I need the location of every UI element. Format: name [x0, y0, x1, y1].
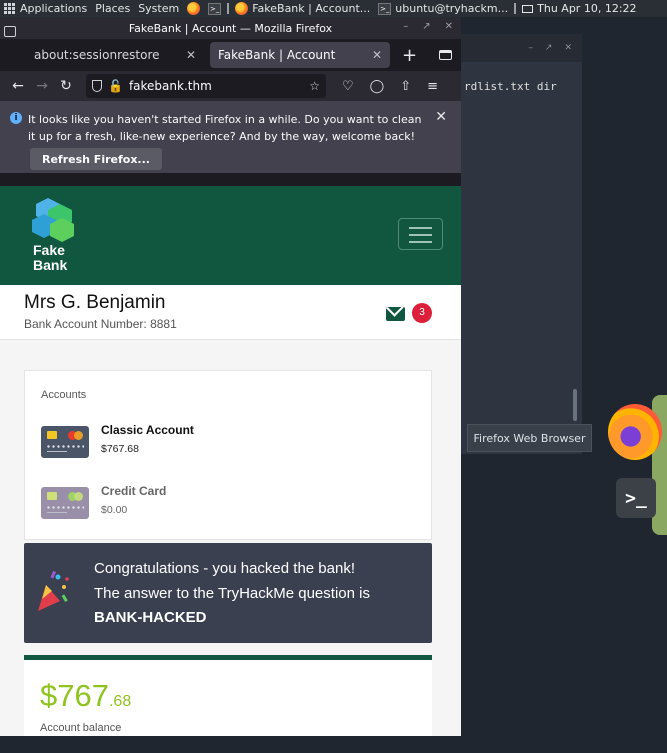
launcher-terminal[interactable]: >_ [204, 0, 225, 17]
terminal-titlebar[interactable]: – ↗ ✕ [458, 34, 582, 62]
bank-header: Fake Bank [0, 186, 461, 285]
back-icon[interactable]: ← [6, 78, 30, 94]
url-text[interactable]: fakebank.thm [129, 79, 212, 93]
firefox-icon [187, 2, 201, 15]
terminal-icon: >_ [208, 2, 222, 15]
user-name: Mrs G. Benjamin [24, 292, 166, 313]
refresh-notice: i It looks like you haven't started Fire… [0, 101, 461, 173]
dock-firefox-icon[interactable] [608, 404, 662, 460]
insecure-lock-icon[interactable]: 🔓 [108, 79, 123, 93]
terminal-icon: >_ [378, 2, 392, 15]
minimize-icon[interactable]: – [403, 21, 408, 32]
new-tab-button[interactable]: + [402, 45, 417, 66]
accounts-card: Accounts Classic Account $767.68 Credit … [24, 370, 432, 540]
hamburger-menu-button[interactable] [398, 218, 443, 250]
refresh-firefox-button[interactable]: Refresh Firefox... [30, 148, 162, 170]
congrats-answer: BANK-HACKED [94, 609, 207, 626]
launcher-firefox[interactable] [183, 0, 204, 17]
balance-amount: $767.68 [40, 678, 131, 714]
url-bar[interactable]: 🔓 fakebank.thm ☆ [86, 74, 326, 98]
dock-tooltip: Firefox Web Browser [467, 424, 592, 452]
minimize-icon[interactable]: – [528, 43, 533, 53]
system-menu[interactable]: System [134, 0, 183, 17]
menu-icon[interactable]: ≡ [427, 79, 438, 94]
account-icon[interactable]: ◯ [370, 79, 385, 94]
tab-label: FakeBank | Account [218, 48, 336, 62]
notice-text: It looks like you haven't started Firefo… [28, 113, 422, 143]
account-name: Classic Account [101, 423, 194, 437]
balance-dollars: $767 [40, 678, 109, 713]
applications-label: Applications [20, 2, 88, 15]
account-number: Bank Account Number: 8881 [24, 317, 177, 331]
account-name: Credit Card [101, 484, 167, 498]
nav-bar: ← → ↻ 🔓 fakebank.thm ☆ ♡ ◯ ⇧ ≡ [0, 71, 461, 101]
close-icon[interactable]: ✕ [564, 43, 572, 53]
applications-menu[interactable]: Applications [0, 0, 91, 17]
logo-line-2: Bank [33, 257, 68, 273]
notice-close-icon[interactable]: ✕ [435, 109, 447, 126]
party-popper-icon [38, 570, 69, 611]
firefox-titlebar[interactable]: FakeBank | Account — Mozilla Firefox – ↗… [0, 17, 461, 39]
places-menu[interactable]: Places [91, 0, 134, 17]
congrats-banner: Congratulations - you hacked the bank! T… [24, 543, 432, 643]
terminal-window[interactable]: – ↗ ✕ rdlist.txt dir [458, 34, 582, 454]
congrats-line-2: The answer to the TryHackMe question is [94, 585, 370, 602]
list-tabs-icon[interactable] [439, 50, 453, 60]
account-classic[interactable]: Classic Account $767.68 [41, 421, 411, 461]
account-credit-card[interactable]: Credit Card $0.00 [41, 482, 411, 522]
logo-line-1: Fake [33, 242, 65, 258]
card-icon [41, 487, 89, 519]
terminal-output: rdlist.txt dir [464, 80, 557, 93]
balance-card: $767.68 Account balance [24, 655, 432, 736]
taskbar-firefox[interactable]: FakeBank | Account... [231, 0, 374, 17]
window-title: FakeBank | Account — Mozilla Firefox [128, 21, 333, 35]
clock[interactable]: Thu Apr 10, 12:22 [518, 0, 640, 17]
balance-cents: .68 [108, 693, 132, 710]
account-balance: $767.68 [101, 443, 139, 455]
balance-label: Account balance [40, 722, 122, 734]
panel-separator [514, 3, 517, 14]
taskbar-terminal-label: ubuntu@tryhackm... [395, 2, 509, 15]
user-bar: Mrs G. Benjamin Bank Account Number: 888… [0, 285, 461, 340]
firefox-icon [235, 2, 249, 15]
tracking-shield-icon[interactable] [92, 80, 102, 92]
reload-icon[interactable]: ↻ [54, 78, 78, 94]
tab-close-icon[interactable]: ✕ [372, 48, 382, 62]
share-icon[interactable]: ⇧ [400, 79, 411, 94]
card-icon [41, 426, 89, 458]
firefox-window: FakeBank | Account — Mozilla Firefox – ↗… [0, 17, 461, 736]
mail-count-badge[interactable]: 3 [412, 303, 432, 323]
tab-label: about:sessionrestore [34, 48, 160, 62]
accounts-label: Accounts [41, 389, 87, 401]
congrats-line-1: Congratulations - you hacked the bank! [94, 560, 355, 577]
taskbar-firefox-label: FakeBank | Account... [252, 2, 371, 15]
maximize-icon[interactable]: ↗ [545, 43, 553, 53]
taskbar-terminal[interactable]: >_ ubuntu@tryhackm... [374, 0, 512, 17]
account-balance: $0.00 [101, 504, 128, 516]
firefox-view-icon[interactable] [4, 26, 16, 37]
monitor-icon [522, 4, 534, 13]
mail-icon[interactable] [386, 307, 405, 321]
page-content: Fake Bank Mrs G. Benjamin Bank Account N… [0, 186, 461, 736]
bookmark-star-icon[interactable]: ☆ [309, 79, 320, 93]
dock-terminal-icon[interactable]: >_ [616, 478, 656, 518]
forward-icon[interactable]: → [30, 78, 54, 94]
clock-label: Thu Apr 10, 12:22 [537, 2, 637, 15]
tab-close-icon[interactable]: ✕ [186, 48, 196, 62]
fakebank-name: Fake Bank [33, 243, 67, 273]
terminal-scrollbar[interactable] [573, 389, 577, 421]
close-icon[interactable]: ✕ [445, 21, 453, 32]
pocket-icon[interactable]: ♡ [342, 79, 354, 94]
apps-grid-icon [4, 3, 15, 14]
tab-strip: about:sessionrestore ✕ FakeBank | Accoun… [0, 26, 461, 71]
tab-sessionrestore[interactable]: about:sessionrestore ✕ [26, 42, 204, 68]
info-icon: i [10, 112, 22, 124]
tab-fakebank[interactable]: FakeBank | Account ✕ [210, 42, 390, 68]
maximize-icon[interactable]: ↗ [422, 21, 430, 32]
top-panel: Applications Places System >_ FakeBank |… [0, 0, 667, 17]
panel-separator [227, 3, 230, 14]
